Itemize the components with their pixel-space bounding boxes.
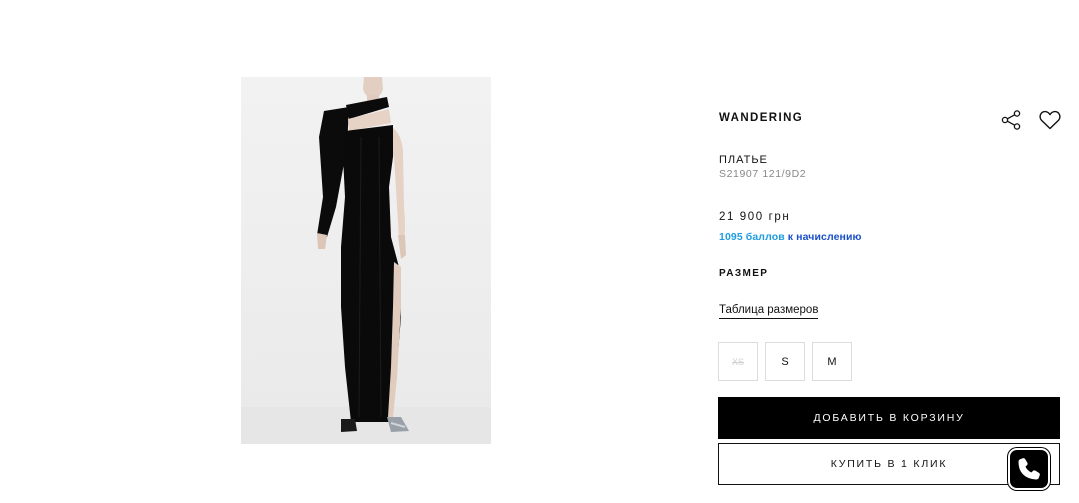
size-table-link[interactable]: Таблица размеров bbox=[719, 304, 819, 319]
product-image[interactable] bbox=[241, 77, 491, 444]
add-to-cart-button[interactable]: ДОБАВИТЬ В КОРЗИНУ bbox=[718, 397, 1060, 439]
size-option-m[interactable]: M bbox=[812, 342, 852, 381]
bonus-points: 1095 баллов к начислению bbox=[719, 231, 862, 243]
product-category: ПЛАТЬЕ bbox=[719, 154, 768, 166]
size-option-xs[interactable]: XS bbox=[718, 342, 758, 381]
share-icon[interactable] bbox=[1000, 109, 1022, 131]
heart-icon[interactable] bbox=[1038, 108, 1062, 132]
product-price: 21 900 грн bbox=[719, 211, 791, 223]
bonus-points-value: 1095 баллов bbox=[719, 231, 785, 243]
product-article: S21907 121/9D2 bbox=[719, 168, 807, 180]
product-info: WANDERING ПЛАТЬЕ S21907 121/9D2 21 900 г… bbox=[718, 0, 1062, 503]
brand-name[interactable]: WANDERING bbox=[719, 112, 803, 124]
size-heading: РАЗМЕР bbox=[719, 268, 769, 279]
bonus-points-suffix: к начислению bbox=[784, 231, 862, 243]
size-option-s[interactable]: S bbox=[765, 342, 805, 381]
call-button[interactable] bbox=[1008, 448, 1050, 490]
phone-icon bbox=[1018, 458, 1040, 480]
dress-photo bbox=[241, 77, 491, 444]
